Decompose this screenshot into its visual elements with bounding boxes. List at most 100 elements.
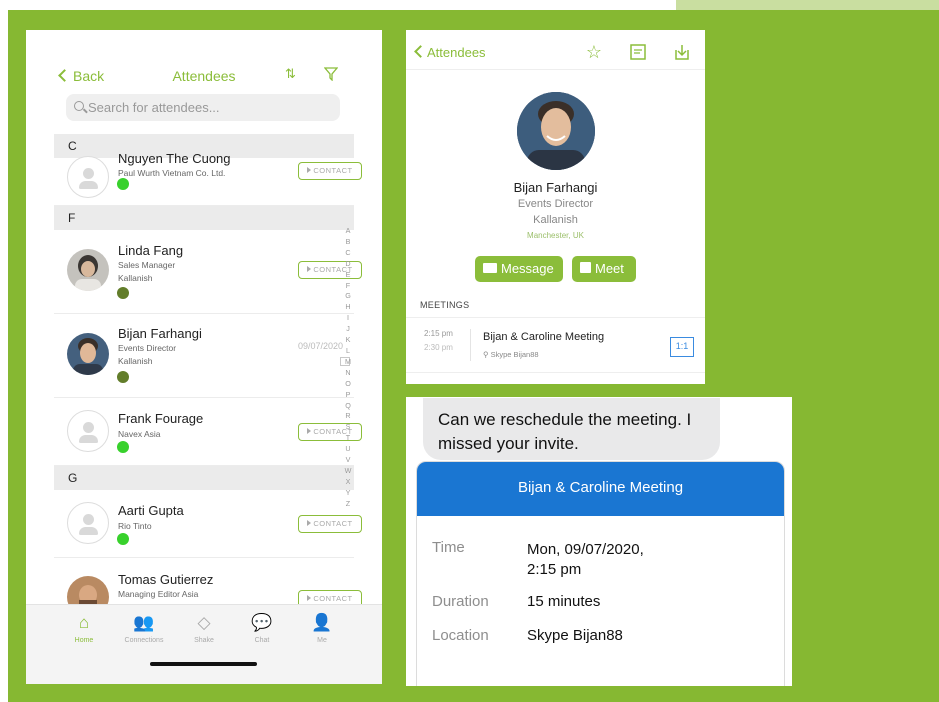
meeting-end-time: 2:30 pm — [424, 343, 453, 352]
list-item[interactable]: Bijan Farhangi Events Director Kallanish… — [54, 314, 354, 398]
star-icon[interactable]: ☆ — [584, 42, 604, 62]
alphabet-letter[interactable]: O — [342, 379, 354, 390]
duration-label: Duration — [432, 593, 489, 610]
status-online-dot — [117, 178, 129, 190]
alphabet-letter[interactable]: R — [342, 411, 354, 422]
list-item[interactable]: Nguyen The Cuong Paul Wurth Vietnam Co. … — [54, 151, 362, 206]
location-label: Location — [432, 627, 489, 644]
alphabet-letter[interactable]: A — [342, 226, 354, 237]
alphabet-letter[interactable]: X — [342, 477, 354, 488]
attendee-company: Paul Wurth Vietnam Co. Ltd. — [118, 168, 226, 178]
meet-button[interactable]: Meet — [572, 256, 636, 282]
section-header-f: F — [54, 206, 354, 230]
connections-icon: 👥 — [133, 613, 155, 632]
search-placeholder: Search for attendees... — [88, 100, 220, 115]
me-icon: 👤 — [311, 613, 333, 632]
alphabet-letter[interactable]: T — [342, 433, 354, 444]
alphabet-letter[interactable]: U — [342, 444, 354, 455]
tab-shake[interactable]: ◇ Shake — [174, 613, 234, 644]
message-button[interactable]: Message — [475, 256, 563, 282]
meeting-type-badge: 1:1 — [670, 337, 694, 357]
tab-chat[interactable]: 💬 Chat — [232, 613, 292, 644]
filter-icon[interactable] — [324, 67, 338, 81]
status-online-dot — [117, 533, 129, 545]
contact-button[interactable]: CONTACT — [298, 162, 362, 180]
chat-screen: Can we reschedule the meeting. I missed … — [406, 397, 792, 686]
time-value-line1: Mon, 09/07/2020, — [527, 541, 644, 558]
alphabet-letter[interactable]: D — [342, 259, 354, 270]
time-label: Time — [432, 539, 465, 556]
tab-bar: ⌂ Home 👥 Connections ◇ Shake 💬 Chat 👤 Me — [26, 604, 382, 684]
download-icon[interactable] — [672, 42, 692, 62]
search-input[interactable]: Search for attendees... — [66, 94, 340, 121]
avatar-placeholder — [67, 156, 109, 198]
attendee-title: Sales Manager — [118, 260, 176, 270]
section-header-g: G — [54, 466, 354, 490]
divider — [470, 329, 471, 361]
attendee-name: Linda Fang — [118, 243, 184, 258]
attendee-profile-screen: Attendees ☆ Bijan Farhangi Events Direct… — [406, 30, 705, 384]
chat-icon: 💬 — [251, 613, 273, 632]
attendee-name: Aarti Gupta — [118, 503, 184, 518]
envelope-icon — [483, 263, 497, 273]
meeting-location: ⚲ Skype Bijan88 — [483, 350, 539, 359]
list-item[interactable]: Aarti Gupta Rio Tinto CONTACT — [54, 490, 362, 558]
alphabet-letter[interactable]: B — [342, 237, 354, 248]
play-icon — [307, 266, 312, 272]
alphabet-letter[interactable]: W — [342, 466, 354, 477]
home-icon: ⌂ — [78, 613, 90, 632]
alphabet-letter[interactable]: Q — [342, 401, 354, 412]
attendee-title: Rio Tinto — [118, 521, 152, 531]
meeting-title: Bijan & Caroline Meeting — [483, 331, 605, 343]
alphabet-letter[interactable]: K — [342, 335, 354, 346]
meeting-row[interactable]: 2:15 pm 2:30 pm Bijan & Caroline Meeting… — [406, 317, 705, 373]
profile-photo — [517, 92, 595, 170]
avatar-placeholder — [67, 410, 109, 452]
attendees-nav-bar: Back Attendees ⇅ — [26, 60, 382, 90]
tab-me[interactable]: 👤 Me — [292, 613, 352, 644]
alphabet-letter[interactable]: L — [342, 346, 354, 357]
note-icon[interactable] — [628, 42, 648, 62]
play-icon — [307, 167, 312, 173]
list-item[interactable]: Linda Fang Sales Manager Kallanish CONTA… — [54, 230, 362, 314]
sort-icon[interactable]: ⇅ — [285, 66, 296, 82]
attendee-name: Tomas Gutierrez — [118, 572, 214, 587]
status-offline-dot — [117, 371, 129, 383]
avatar-placeholder — [67, 502, 109, 544]
list-item[interactable]: Frank Fourage Navex Asia CONTACT — [54, 398, 362, 466]
alphabet-letter[interactable]: N — [342, 368, 354, 379]
alphabet-letter[interactable]: Y — [342, 488, 354, 499]
meetings-section-header: MEETINGS — [420, 300, 470, 310]
meeting-start-time: 2:15 pm — [424, 329, 453, 338]
alphabet-letter[interactable]: F — [342, 281, 354, 292]
profile-nav-bar: Attendees ☆ — [406, 30, 705, 70]
meeting-card-title: Bijan & Caroline Meeting — [417, 462, 784, 516]
meeting-date: 09/07/2020 — [298, 341, 344, 351]
attendee-company: Kallanish — [118, 356, 153, 366]
attendees-list-screen: Back Attendees ⇅ Search for attendees...… — [26, 30, 382, 684]
alphabet-letter[interactable]: J — [342, 324, 354, 335]
status-offline-dot — [117, 287, 129, 299]
attendee-name: Frank Fourage — [118, 411, 204, 426]
alphabet-letter[interactable]: G — [342, 291, 354, 302]
profile-company: Kallanish — [533, 214, 578, 226]
back-button[interactable]: Attendees — [414, 45, 486, 60]
duration-value: 15 minutes — [527, 593, 601, 610]
chat-message-bubble: Can we reschedule the meeting. I missed … — [423, 398, 720, 460]
tab-connections[interactable]: 👥 Connections — [114, 613, 174, 644]
alphabet-letter[interactable]: S — [342, 422, 354, 433]
alphabet-index[interactable]: ABCDEFGHIJKLMNOPQRSTUVWXYZ — [342, 226, 354, 510]
attendee-title: Navex Asia — [118, 429, 161, 439]
attendee-title: Managing Editor Asia — [118, 589, 199, 599]
contact-button[interactable]: CONTACT — [298, 515, 362, 533]
alphabet-letter[interactable]: Z — [342, 499, 354, 510]
alphabet-letter[interactable]: E — [342, 270, 354, 281]
meeting-invite-card[interactable]: Bijan & Caroline Meeting Time Mon, 09/07… — [416, 461, 785, 686]
alphabet-letter[interactable]: I — [342, 313, 354, 324]
alphabet-letter[interactable]: P — [342, 390, 354, 401]
tab-home[interactable]: ⌂ Home — [54, 613, 114, 644]
alphabet-letter[interactable]: M — [342, 357, 354, 368]
alphabet-letter[interactable]: V — [342, 455, 354, 466]
alphabet-letter[interactable]: H — [342, 302, 354, 313]
alphabet-letter[interactable]: C — [342, 248, 354, 259]
